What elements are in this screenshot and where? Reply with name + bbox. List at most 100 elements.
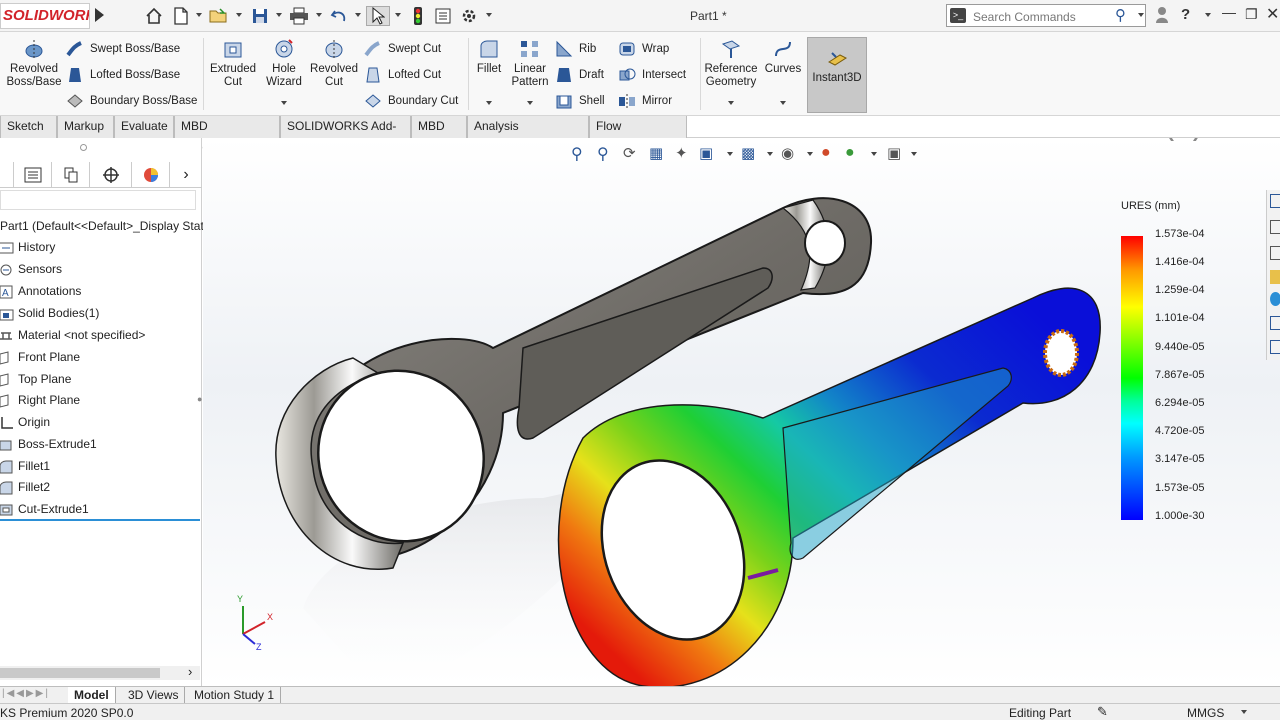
task-pane-appearances-icon[interactable] bbox=[1270, 292, 1280, 306]
reference-geometry-button[interactable]: Reference Geometry bbox=[702, 38, 760, 89]
open-folder-icon[interactable] bbox=[208, 6, 230, 26]
tab-flow-simulation[interactable]: Flow Simulation bbox=[589, 116, 687, 154]
fillet-button[interactable]: Fillet bbox=[472, 38, 506, 76]
tree-item-boss-extrude1[interactable]: Boss-Extrude1 bbox=[0, 434, 97, 454]
undo-icon[interactable] bbox=[328, 6, 350, 26]
menu-expand-arrow-icon[interactable] bbox=[95, 8, 104, 22]
apply-scene-caret-icon[interactable] bbox=[871, 152, 877, 156]
zoom-to-fit-icon[interactable]: ⚲ bbox=[571, 144, 583, 164]
apply-scene-icon[interactable]: ● bbox=[845, 144, 855, 162]
curves-button[interactable]: Curves bbox=[762, 38, 804, 76]
revolved-boss-button[interactable]: Revolved Boss/Base bbox=[6, 38, 62, 89]
viewport-prev-icon[interactable]: ❮ bbox=[1165, 138, 1176, 142]
lofted-boss-button[interactable]: Lofted Boss/Base bbox=[66, 65, 180, 85]
tab-analysis-preparation[interactable]: Analysis Preparation bbox=[467, 116, 589, 154]
tab-markup[interactable]: Markup bbox=[57, 116, 114, 138]
close-icon[interactable]: ✕ bbox=[1266, 4, 1279, 24]
shell-button[interactable]: Shell bbox=[555, 91, 605, 111]
reference-geometry-caret-icon[interactable] bbox=[728, 101, 734, 105]
task-pane-design-library-icon[interactable] bbox=[1270, 246, 1280, 260]
boundary-boss-button[interactable]: Boundary Boss/Base bbox=[66, 91, 197, 111]
undo-dropdown-caret-icon[interactable] bbox=[355, 13, 361, 17]
help-icon[interactable]: ? bbox=[1181, 6, 1190, 23]
hole-wizard-button[interactable]: Hole Wizard bbox=[262, 38, 306, 89]
scrollbar-thumb[interactable] bbox=[0, 668, 160, 678]
task-pane-custom-properties-icon[interactable] bbox=[1270, 316, 1280, 330]
display-style-caret-icon[interactable] bbox=[767, 152, 773, 156]
intersect-button[interactable]: Intersect bbox=[618, 65, 686, 85]
view-orientation-icon[interactable]: ▣ bbox=[699, 144, 713, 162]
zoom-to-area-icon[interactable]: ⚲ bbox=[597, 144, 609, 164]
boundary-cut-button[interactable]: Boundary Cut bbox=[364, 91, 458, 111]
fillet-caret-icon[interactable] bbox=[486, 101, 492, 105]
tabs-next-chevron-icon[interactable]: › bbox=[170, 162, 202, 188]
select-arrow-icon[interactable] bbox=[366, 6, 390, 26]
viewport-minimize-icon[interactable]: — bbox=[1218, 138, 1231, 141]
tab-scroll-arrows-icon[interactable]: |◀◀▶▶| bbox=[2, 688, 50, 699]
edit-appearance-icon[interactable]: ● bbox=[821, 144, 831, 162]
hide-show-caret-icon[interactable] bbox=[807, 152, 813, 156]
print-icon[interactable] bbox=[288, 6, 310, 26]
tree-root-part[interactable]: Part1 (Default<<Default>_Display Stat bbox=[0, 216, 204, 236]
property-manager-icon[interactable] bbox=[14, 162, 52, 188]
help-dropdown-caret-icon[interactable] bbox=[1205, 13, 1211, 17]
status-units[interactable]: MMGS bbox=[1187, 706, 1224, 720]
tab-model[interactable]: Model bbox=[68, 687, 116, 704]
units-dropdown-caret-icon[interactable] bbox=[1241, 710, 1247, 714]
revolved-cut-button[interactable]: Revolved Cut bbox=[308, 38, 360, 89]
tree-item-cut-extrude1[interactable]: Cut-Extrude1 bbox=[0, 499, 89, 519]
search-magnifier-icon[interactable]: ⚲ bbox=[1115, 6, 1126, 24]
linear-pattern-caret-icon[interactable] bbox=[527, 101, 533, 105]
hole-wizard-caret-icon[interactable] bbox=[281, 101, 287, 105]
graphics-area[interactable]: ⚲ ⚲ ⟳ ▦ ✦ ▣ ▩ ◉ ● ● ▣ ❮ ❯ — ❐ ✕ Y X Z bbox=[203, 138, 1280, 686]
print-dropdown-caret-icon[interactable] bbox=[316, 13, 322, 17]
swept-cut-button[interactable]: Swept Cut bbox=[364, 39, 441, 59]
task-pane-file-explorer-icon[interactable] bbox=[1270, 270, 1280, 284]
viewport-close-icon[interactable]: ✕ bbox=[1266, 138, 1278, 141]
previous-view-icon[interactable]: ⟳ bbox=[623, 144, 636, 162]
instant3d-button[interactable]: Instant3D bbox=[807, 37, 867, 113]
display-manager-icon[interactable] bbox=[132, 162, 170, 188]
tab-motion-study-1[interactable]: Motion Study 1 bbox=[188, 687, 282, 704]
dimxpert-manager-icon[interactable] bbox=[90, 162, 132, 188]
tree-item-material[interactable]: Material <not specified> bbox=[0, 325, 145, 345]
tree-item-fillet1[interactable]: Fillet1 bbox=[0, 456, 50, 476]
rebuild-traffic-light-icon[interactable] bbox=[407, 6, 429, 26]
view-settings-caret-icon[interactable] bbox=[911, 152, 917, 156]
user-account-icon[interactable] bbox=[1155, 6, 1169, 27]
swept-boss-button[interactable]: Swept Boss/Base bbox=[66, 39, 180, 59]
mirror-button[interactable]: Mirror bbox=[618, 91, 672, 111]
tree-item-history[interactable]: History bbox=[0, 237, 55, 257]
tab-evaluate[interactable]: Evaluate bbox=[114, 116, 174, 138]
task-pane-forum-icon[interactable] bbox=[1270, 340, 1280, 354]
task-pane-resources-icon[interactable] bbox=[1270, 220, 1280, 234]
curves-caret-icon[interactable] bbox=[780, 101, 786, 105]
restore-icon[interactable]: ❐ bbox=[1245, 6, 1258, 23]
select-dropdown-caret-icon[interactable] bbox=[395, 13, 401, 17]
tab-3d-views[interactable]: 3D Views bbox=[122, 687, 186, 704]
view-orientation-caret-icon[interactable] bbox=[727, 152, 733, 156]
search-dropdown-caret-icon[interactable] bbox=[1138, 13, 1144, 17]
horizontal-scrollbar[interactable]: › bbox=[0, 664, 200, 680]
display-style-icon[interactable]: ▩ bbox=[741, 144, 755, 162]
tree-item-right-plane[interactable]: Right Plane bbox=[0, 390, 80, 410]
viewport-restore-icon[interactable]: ❐ bbox=[1241, 138, 1253, 140]
viewport-next-icon[interactable]: ❯ bbox=[1191, 138, 1202, 142]
tree-item-top-plane[interactable]: Top Plane bbox=[0, 369, 71, 389]
extruded-cut-button[interactable]: Extruded Cut bbox=[206, 38, 260, 89]
tab-mbd-dimensions[interactable]: MBD Dimensions bbox=[174, 116, 280, 154]
solidworks-logo[interactable]: SOLIDWORKS bbox=[0, 3, 90, 29]
section-view-icon[interactable]: ▦ bbox=[649, 144, 663, 162]
task-pane-home-icon[interactable] bbox=[1270, 194, 1280, 208]
linear-pattern-button[interactable]: Linear Pattern bbox=[508, 38, 552, 89]
lofted-cut-button[interactable]: Lofted Cut bbox=[364, 65, 441, 85]
configuration-manager-icon[interactable] bbox=[52, 162, 90, 188]
options-gear-icon[interactable] bbox=[458, 6, 480, 26]
tree-item-solid-bodies[interactable]: Solid Bodies(1) bbox=[0, 303, 99, 323]
options-dropdown-caret-icon[interactable] bbox=[486, 13, 492, 17]
tab-sketch[interactable]: Sketch bbox=[0, 116, 57, 138]
dynamic-annotation-icon[interactable]: ✦ bbox=[675, 144, 688, 162]
search-commands-input[interactable]: >_ Search Commands ⚲ bbox=[946, 4, 1146, 27]
minimize-icon[interactable]: — bbox=[1222, 4, 1236, 20]
tab-feature-tree[interactable] bbox=[0, 162, 14, 188]
